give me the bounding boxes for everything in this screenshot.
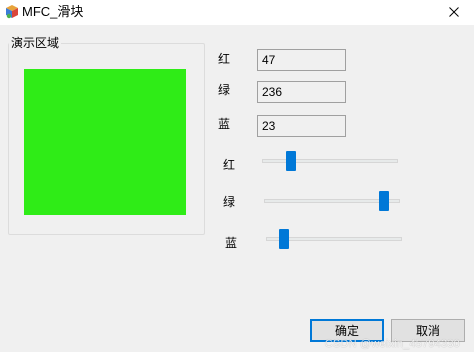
green-value-field[interactable]: 236 xyxy=(257,81,346,103)
blue-slider[interactable] xyxy=(266,229,402,249)
green-slider-thumb[interactable] xyxy=(378,191,389,211)
blue-label: 蓝 xyxy=(218,117,231,131)
red-label: 红 xyxy=(218,52,231,66)
dialog-client-area: 演示区域 红 47 绿 236 蓝 23 红 绿 蓝 确定 取消 CSDN @w… xyxy=(0,25,474,352)
blue-slider-label: 蓝 xyxy=(225,236,238,250)
window-title: MFC_滑块 xyxy=(22,4,84,19)
mfc-app-icon xyxy=(4,4,20,20)
watermark-text: CSDN @weixin_45794330 xyxy=(324,338,460,350)
green-slider-label: 绿 xyxy=(223,195,236,209)
blue-slider-thumb[interactable] xyxy=(279,229,289,249)
green-slider[interactable] xyxy=(264,191,400,211)
red-slider[interactable] xyxy=(262,151,398,171)
close-icon xyxy=(449,6,459,20)
red-slider-track[interactable] xyxy=(262,159,398,163)
red-slider-thumb[interactable] xyxy=(286,151,297,171)
red-slider-label: 红 xyxy=(223,158,236,172)
green-label: 绿 xyxy=(218,83,231,97)
app-window: MFC_滑块 演示区域 红 47 绿 236 蓝 23 红 绿 蓝 确定 取消 … xyxy=(0,0,474,352)
demo-group-label: 演示区域 xyxy=(9,36,62,50)
blue-value-field[interactable]: 23 xyxy=(257,115,346,137)
red-value-field[interactable]: 47 xyxy=(257,49,346,71)
close-button[interactable] xyxy=(434,0,474,25)
title-bar[interactable]: MFC_滑块 xyxy=(0,0,474,25)
color-preview xyxy=(24,69,186,215)
